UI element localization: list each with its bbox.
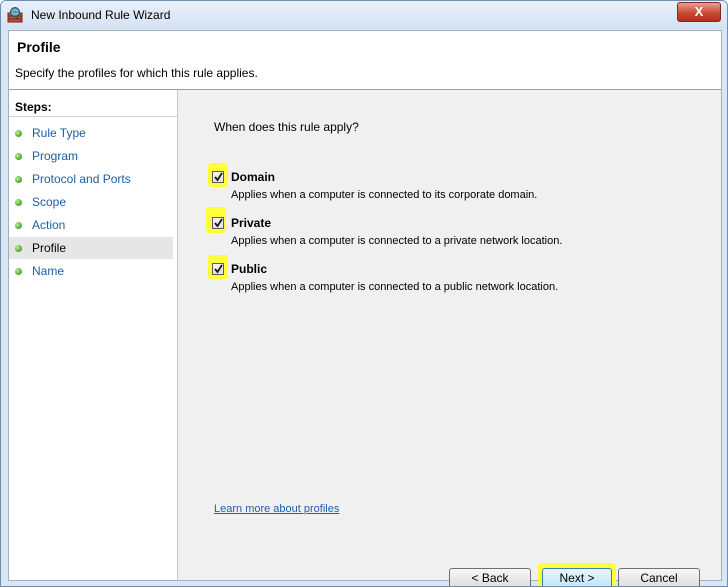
public-checkbox[interactable] (212, 263, 224, 275)
private-label[interactable]: Private (231, 216, 271, 230)
checkmark-icon (214, 172, 223, 182)
step-complete-icon (15, 199, 22, 206)
step-scope[interactable]: Scope (9, 191, 173, 213)
page-header: Profile Specify the profiles for which t… (9, 31, 721, 90)
close-icon: X (694, 4, 704, 19)
domain-label[interactable]: Domain (231, 170, 275, 184)
close-button[interactable]: X (677, 2, 721, 22)
private-option[interactable]: Private Applies when a computer is conne… (206, 207, 628, 255)
checkmark-icon (214, 218, 223, 228)
next-button[interactable]: Next > (542, 568, 612, 586)
step-label: Protocol and Ports (32, 172, 131, 186)
step-complete-icon (15, 153, 22, 160)
wizard-client-area: Profile Specify the profiles for which t… (8, 30, 722, 586)
private-description: Applies when a computer is connected to … (231, 235, 563, 247)
rule-apply-question: When does this rule apply? (214, 120, 359, 134)
domain-description: Applies when a computer is connected to … (231, 189, 538, 201)
step-label: Name (32, 264, 65, 278)
steps-heading: Steps: (15, 100, 52, 114)
step-action[interactable]: Action (9, 214, 173, 236)
public-description: Applies when a computer is connected to … (231, 281, 559, 293)
public-option[interactable]: Public Applies when a computer is connec… (208, 255, 628, 301)
step-name[interactable]: Name (9, 260, 173, 282)
window-title: New Inbound Rule Wizard (31, 8, 171, 22)
step-profile: Profile (9, 237, 173, 259)
step-complete-icon (15, 176, 22, 183)
learn-more-link[interactable]: Learn more about profiles (214, 503, 339, 515)
back-button[interactable]: < Back (449, 568, 531, 586)
profile-content: When does this rule apply? Domain Applie… (178, 90, 721, 586)
public-label[interactable]: Public (231, 262, 267, 276)
cancel-button[interactable]: Cancel (618, 568, 700, 586)
checkmark-icon (214, 264, 223, 274)
step-label: Rule Type (32, 126, 86, 140)
domain-option[interactable]: Domain Applies when a computer is connec… (208, 163, 628, 209)
domain-checkbox[interactable] (212, 171, 224, 183)
step-complete-icon (15, 222, 22, 229)
step-program[interactable]: Program (9, 145, 173, 167)
step-label: Scope (32, 195, 67, 209)
step-label: Action (32, 218, 66, 232)
steps-divider (9, 116, 177, 117)
step-current-icon (15, 245, 22, 252)
private-checkbox[interactable] (212, 217, 224, 229)
title-bar[interactable]: New Inbound Rule Wizard X (1, 1, 727, 29)
step-pending-icon (15, 268, 22, 275)
steps-panel: Steps: Rule Type Program Protocol and Po… (9, 90, 178, 580)
step-rule-type[interactable]: Rule Type (9, 122, 173, 144)
page-title: Profile (17, 39, 61, 55)
step-label: Profile (32, 241, 67, 255)
page-subtitle: Specify the profiles for which this rule… (15, 66, 258, 80)
step-complete-icon (15, 130, 22, 137)
step-protocol-and-ports[interactable]: Protocol and Ports (9, 168, 173, 190)
firewall-icon (7, 7, 23, 23)
step-label: Program (32, 149, 79, 163)
wizard-window: New Inbound Rule Wizard X Profile Specif… (0, 0, 728, 587)
